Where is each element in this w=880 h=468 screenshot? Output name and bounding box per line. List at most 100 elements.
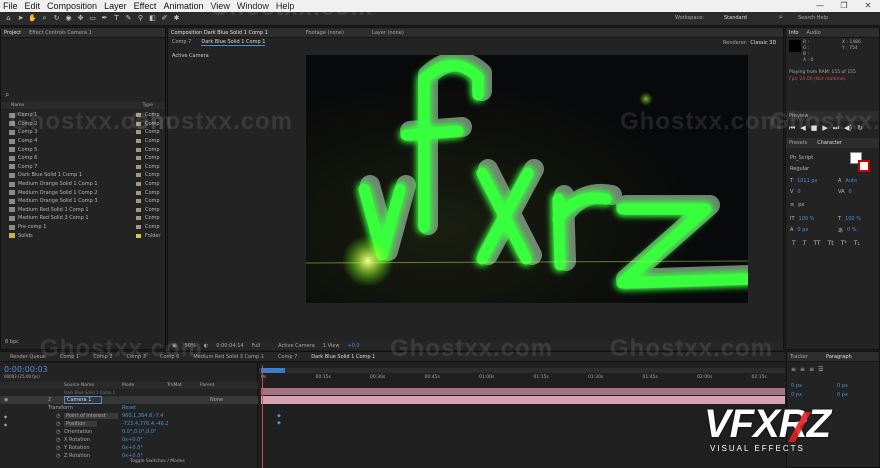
property-value[interactable]: -723.4,776.4,-46.2 [122,421,169,427]
stopwatch-icon[interactable]: ◷ [56,429,60,435]
keyframe-poi-icon[interactable]: ◆ [277,413,281,419]
roto-tool-icon[interactable]: ✐ [160,14,169,23]
baseline-value[interactable]: 0 px [797,227,808,233]
property-value[interactable]: 960.1,364.8,-7.4 [122,413,164,419]
align-left-icon[interactable]: ≡ [791,366,796,373]
stopwatch-icon[interactable]: ◷ [56,421,60,427]
project-item[interactable]: Pre-comp 1 Comp [1,223,165,232]
menu-animation[interactable]: Animation [163,1,203,11]
tab-composition[interactable]: Composition Dark Blue Solid 1 Comp 1 [171,30,268,36]
label-color-swatch[interactable] [136,233,141,238]
menu-composition[interactable]: Composition [47,1,97,11]
views-select[interactable]: 1 View [323,343,340,349]
tsume-value[interactable]: 0 % [847,227,857,234]
faux-italic-button[interactable]: T [803,240,807,247]
indent-right[interactable]: 0 px [837,382,848,391]
keyframe-nav-icon[interactable]: ◆ [4,422,7,427]
all-caps-button[interactable]: TT [813,240,820,247]
project-search-icon[interactable]: ⌕ [5,90,9,100]
search-help-input[interactable]: Search Help [798,15,828,21]
label-color-swatch[interactable] [136,182,141,187]
time-ruler[interactable]: 0s 00:15s 00:30s 00:45s 01:00s 01:15s 01:30s 01… [259,375,785,383]
space-after[interactable]: 0 px [837,391,848,400]
space-before[interactable]: 0 px [791,391,802,400]
label-color-swatch[interactable] [136,190,141,195]
project-item[interactable]: Comp 6 Comp [1,154,165,163]
layer-visibility-icon[interactable]: ◉ [4,397,8,403]
font-size-value[interactable]: 1011 px [797,178,817,184]
home-icon[interactable]: ⌂ [4,14,13,23]
stopwatch-icon[interactable]: ◷ [56,445,60,451]
resolution-select[interactable]: Full [252,343,261,349]
stopwatch-icon[interactable]: ◷ [56,437,60,443]
transform-property-row[interactable]: ◷ Orientation 0.0°,0.0°,0.0° [0,428,258,436]
bpc-label[interactable]: 8 bpc [5,339,19,345]
column-source-name[interactable]: Source Name [64,383,94,388]
stopwatch-icon[interactable]: ◷ [56,413,60,419]
tab-footage[interactable]: Footage (none) [306,30,344,36]
project-item[interactable]: Medium Red Solid 3 Comp 1 Comp [1,214,165,223]
property-value[interactable]: 0x+0.0° [122,445,143,451]
stroke-color-swatch[interactable] [858,160,870,172]
current-time[interactable]: 0:00:04:14 [216,343,243,349]
label-color-swatch[interactable] [136,173,141,178]
rotate-tool-icon[interactable]: ↻ [52,14,61,23]
tab-effect-controls[interactable]: Effect Controls Camera 1 [29,30,92,36]
project-item[interactable]: Solids Folder [1,231,165,240]
eraser-tool-icon[interactable]: ◧ [148,14,157,23]
work-area-bar[interactable] [259,368,785,373]
column-parent[interactable]: Parent [200,383,214,388]
pen-tool-icon[interactable]: ✒ [100,14,109,23]
superscript-button[interactable]: T¹ [841,240,847,247]
transform-property-row[interactable]: ◷ Y Rotation 0x+0.0° [0,444,258,452]
menu-layer[interactable]: Layer [104,1,127,11]
tab-audio[interactable]: Audio [806,30,820,36]
toggle-switches-modes[interactable]: Toggle Switches / Modes [130,459,185,464]
align-right-icon[interactable]: ≡ [809,366,814,373]
layer-1-name[interactable]: Dark Blue Solid 1 Comp 1 [64,390,115,395]
project-item[interactable]: Comp 4 Comp [1,137,165,146]
subtab-comp-7[interactable]: Comp 7 [172,39,191,46]
horizontal-scale-value[interactable]: 100 % [845,216,861,222]
project-item[interactable]: Medium Red Solid 1 Comp 1 Comp [1,206,165,215]
menu-edit[interactable]: Edit [25,1,41,11]
keyframe-nav-icon[interactable]: ◆ [4,414,7,419]
work-area-range[interactable] [261,368,285,373]
subtab-dark-blue-solid[interactable]: Dark Blue Solid 1 Comp 1 [201,39,266,46]
tracking-value[interactable]: 0 [849,189,852,195]
camera-tool-icon[interactable]: ◉ [64,14,73,23]
project-item[interactable]: Medium Orange Solid 1 Comp 1 Comp [1,180,165,189]
playhead[interactable] [262,365,263,468]
column-trkmat[interactable]: TrkMat [167,383,182,388]
tab-character[interactable]: Character [817,140,842,146]
composition-viewport[interactable]: vfxrz [306,55,748,303]
timeline-timecode[interactable]: 0:00:00:03 [4,365,48,374]
project-item[interactable]: Medium Orange Solid 1 Comp 2 Comp [1,188,165,197]
maximize-button[interactable]: ❐ [832,0,856,12]
column-mode[interactable]: Mode [122,383,134,388]
snapshot-icon[interactable]: ◐ [204,343,208,349]
transform-property-row[interactable]: ◆ ◷ Point of Interest 960.1,364.8,-7.4 [0,412,258,420]
label-color-swatch[interactable] [136,225,141,230]
project-item[interactable]: Comp 7 Comp [1,163,165,172]
tab-dark-blue-solid-timeline[interactable]: Dark Blue Solid 1 Comp 1 [311,354,375,360]
renderer-select[interactable]: Classic 3D [750,40,776,46]
font-family-select[interactable]: Ph_Script [790,155,813,161]
property-value[interactable]: 0x+0.0° [122,437,143,443]
layer-2-parent[interactable]: None [210,397,223,403]
tab-paragraph[interactable]: Paragraph [826,354,852,360]
tab-comp-7[interactable]: Comp 7 [278,354,297,360]
mask-tool-icon[interactable]: ▭ [88,14,97,23]
transform-property-row[interactable]: ◆ ◷ Position -723.4,776.4,-46.2 [0,420,258,428]
property-value[interactable]: 0.0°,0.0°,0.0° [122,429,157,435]
tab-layer[interactable]: Layer (none) [372,30,404,36]
transform-group[interactable]: Transform [48,405,73,411]
minimize-button[interactable]: — [808,0,832,12]
vertical-scale-value[interactable]: 100 % [799,216,815,222]
clone-tool-icon[interactable]: ⚲ [136,14,145,23]
zoom-tool-icon[interactable]: ⌕ [40,14,49,23]
close-button[interactable]: ✕ [856,0,880,12]
layer-1-bar[interactable] [261,388,785,395]
transform-property-row[interactable]: ◷ X Rotation 0x+0.0° [0,436,258,444]
puppet-tool-icon[interactable]: ✱ [172,14,181,23]
